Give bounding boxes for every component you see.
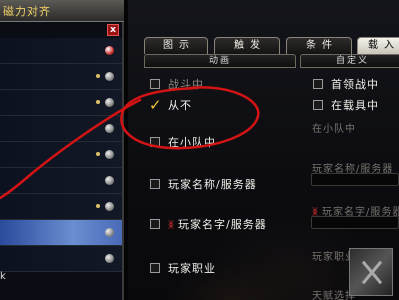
tab-trigger[interactable]: 触发 (214, 37, 280, 54)
option-in-party[interactable]: 在小队中 (150, 134, 216, 150)
checkbox[interactable] (150, 179, 160, 189)
option-label: 首领战中 (331, 78, 379, 91)
status-dot-icon (105, 98, 114, 107)
checkbox[interactable]: ✓ (149, 96, 162, 114)
status-dot-icon (105, 150, 114, 159)
status-dot-icon (105, 46, 114, 55)
spark-icon (96, 204, 100, 208)
option-text: 玩家名字/服务器 (178, 218, 267, 231)
list-item-selected[interactable] (0, 220, 122, 246)
checkbox[interactable] (150, 263, 160, 273)
spark-icon (96, 100, 100, 104)
list-item[interactable] (0, 142, 122, 168)
option-label: 玩家名称/服务器 (168, 178, 257, 191)
option-label: 从不 (168, 99, 192, 112)
field-label-in-party: 在小队中 (312, 124, 356, 135)
status-dot-icon (105, 228, 114, 237)
checkbox[interactable] (150, 137, 160, 147)
option-label: 在载具中 (331, 99, 379, 112)
checkbox[interactable] (150, 79, 160, 89)
list-item[interactable] (0, 90, 122, 116)
crossed-swords-icon (349, 248, 393, 296)
checkbox[interactable] (150, 219, 160, 229)
list-item[interactable] (0, 64, 122, 90)
left-panel-title: 磁力对齐 (3, 5, 51, 18)
subtab-custom[interactable]: 自定义 (300, 54, 399, 68)
list-item[interactable] (0, 168, 122, 194)
option-player-class[interactable]: 玩家职业 (150, 260, 216, 276)
option-in-vehicle[interactable]: 在载具中 (313, 97, 379, 113)
close-button[interactable]: x (107, 24, 119, 36)
option-player-name-server-2[interactable]: ᛤ 玩家名字/服务器 (150, 216, 267, 232)
status-dot-icon (105, 202, 114, 211)
status-dot-icon (105, 72, 114, 81)
tab-display[interactable]: 图示 (144, 37, 208, 54)
player-name-server-input[interactable] (311, 173, 399, 186)
list-item[interactable] (0, 116, 122, 142)
player-name-server-2-input[interactable] (311, 216, 399, 229)
checkbox[interactable] (313, 100, 323, 110)
option-label: 战斗中 (168, 78, 204, 91)
list-item[interactable] (0, 38, 122, 64)
option-player-name-server[interactable]: 玩家名称/服务器 (150, 176, 257, 192)
tab-load[interactable]: 载入 (357, 37, 399, 54)
checkbox[interactable] (313, 79, 323, 89)
spark-icon (96, 152, 100, 156)
aura-list-panel: 磁力对齐 x k (0, 0, 124, 300)
list-item[interactable] (0, 194, 122, 220)
left-panel-titlebar: 磁力对齐 (0, 0, 124, 22)
rune-icon: ᛤ (168, 220, 175, 231)
spark-icon (96, 74, 100, 78)
checkmark-icon: ✓ (149, 96, 162, 114)
option-label: 玩家职业 (168, 262, 216, 275)
subtab-animation[interactable]: 动画 (144, 54, 296, 68)
option-label: 在小队中 (168, 136, 216, 149)
option-boss-fight[interactable]: 首领战中 (313, 76, 379, 92)
tab-conditions[interactable]: 条件 (286, 37, 352, 54)
option-in-combat[interactable]: 战斗中 (150, 76, 204, 92)
list-item-label: k (0, 271, 6, 282)
status-dot-icon (105, 124, 114, 133)
list-item[interactable] (0, 246, 122, 272)
status-dot-icon (105, 254, 114, 263)
option-never[interactable]: ✓ 从不 (149, 96, 192, 114)
status-dot-icon (105, 176, 114, 185)
option-label: ᛤ 玩家名字/服务器 (168, 216, 267, 232)
